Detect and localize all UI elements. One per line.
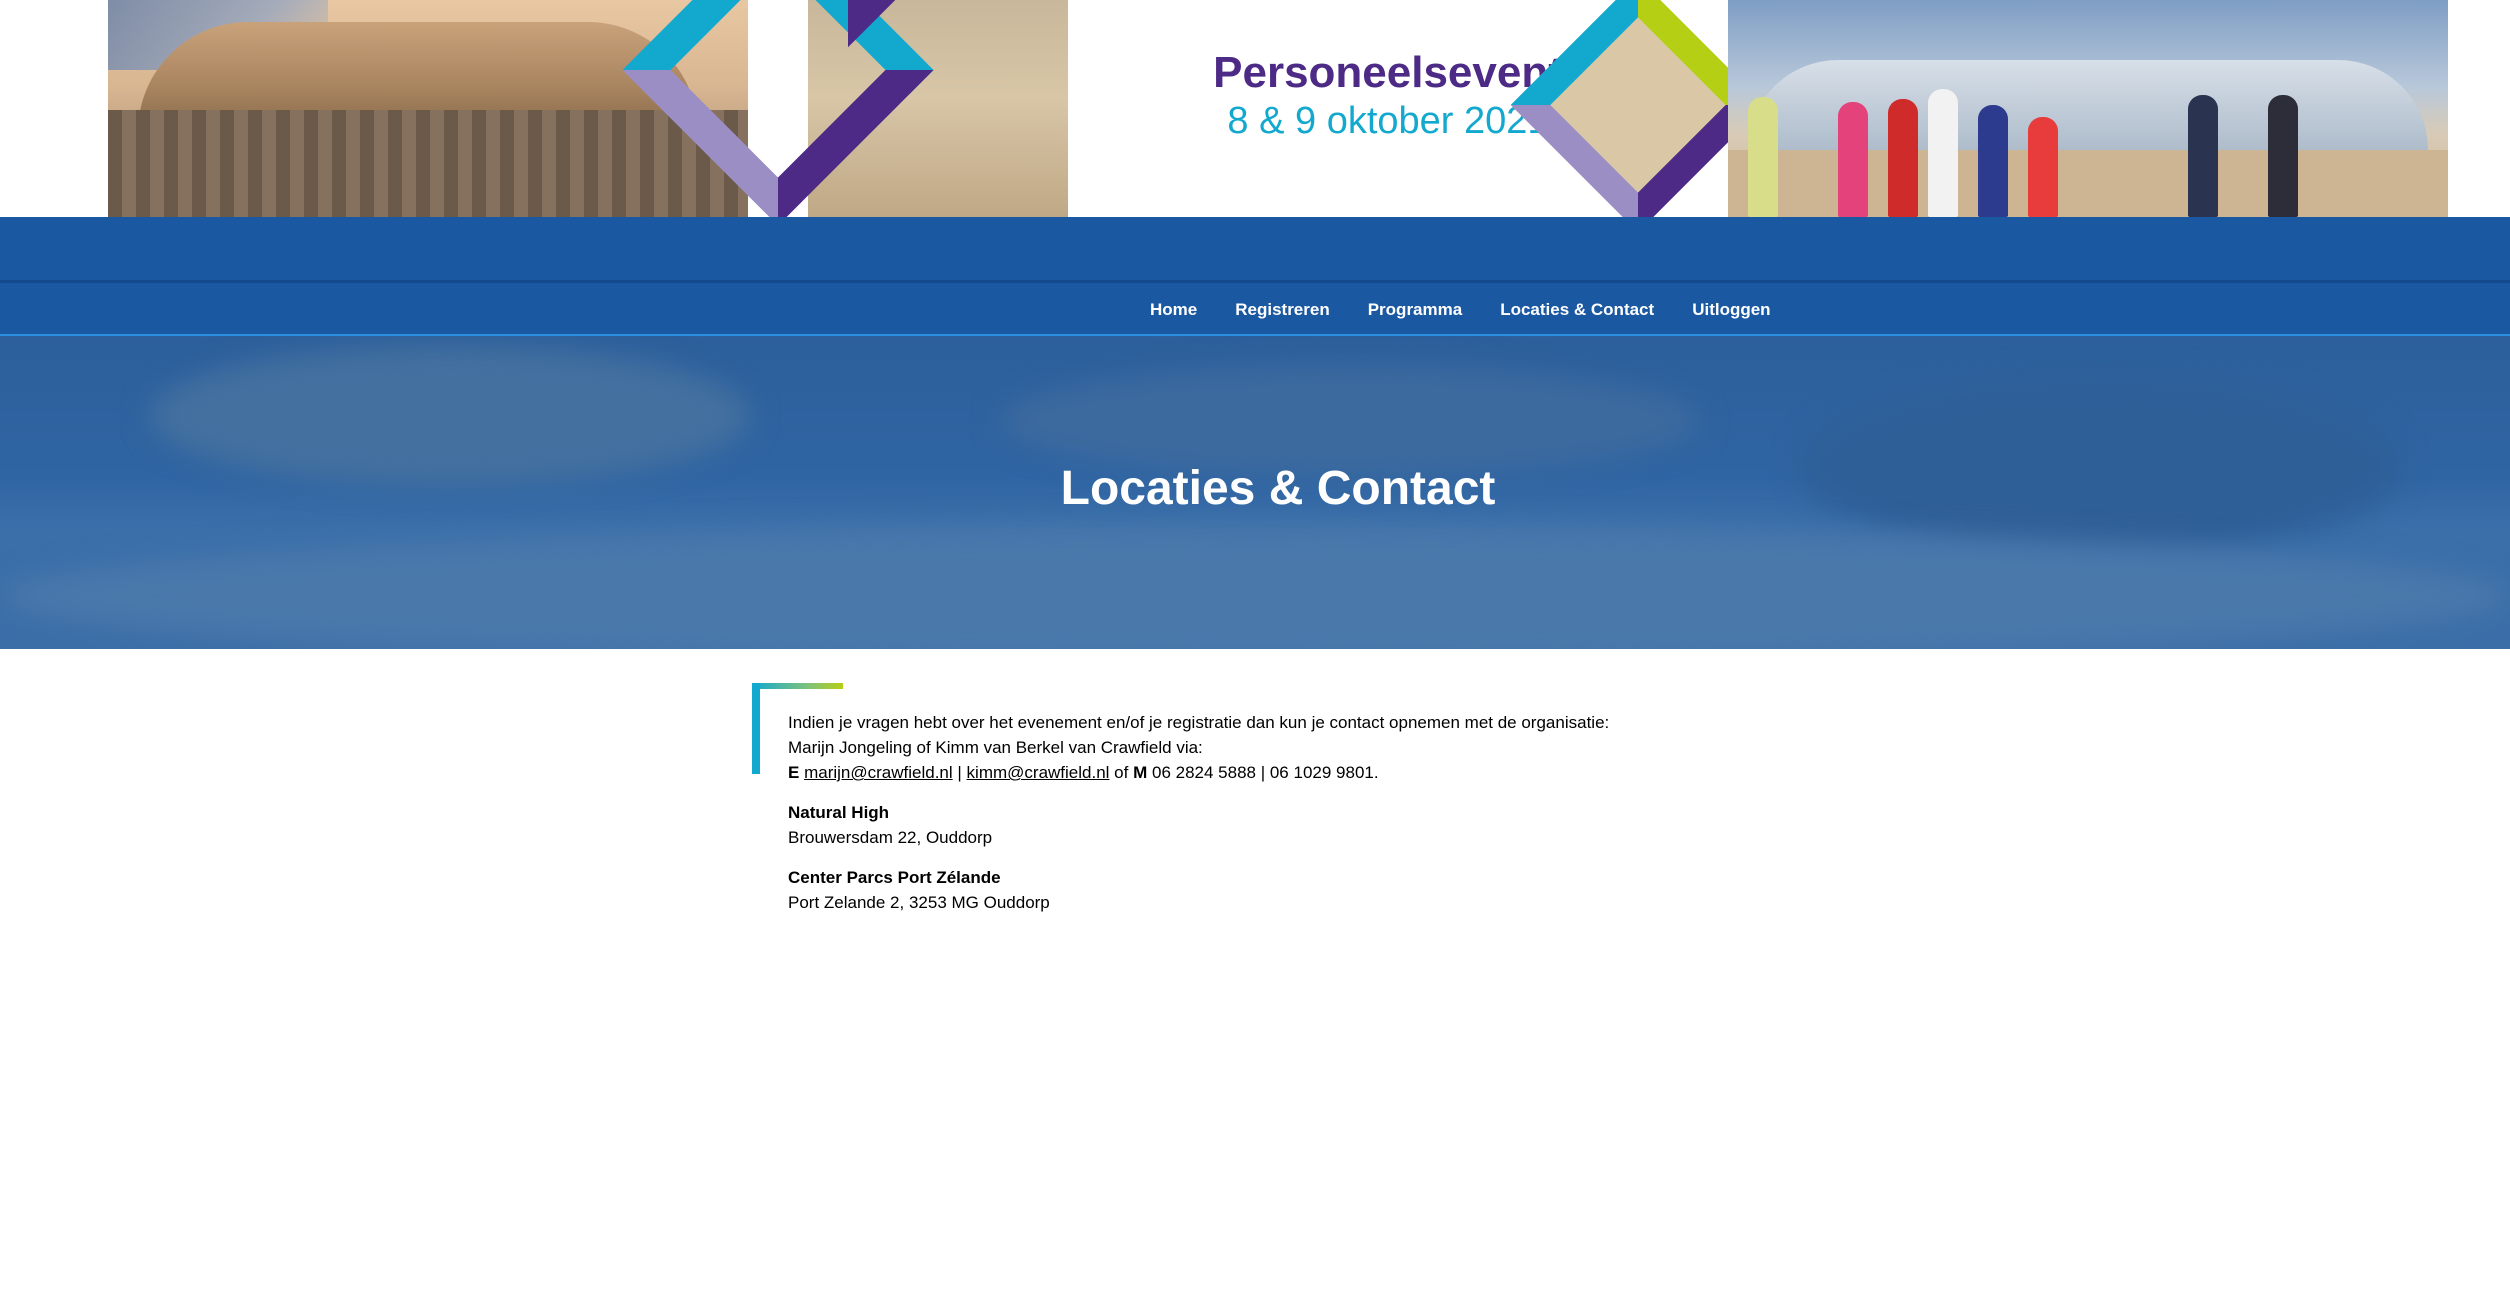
separator: | bbox=[957, 763, 962, 782]
location-center-parcs: Center Parcs Port Zélande Port Zelande 2… bbox=[788, 865, 1848, 915]
person-figure bbox=[1928, 89, 1958, 217]
location-name: Center Parcs Port Zélande bbox=[788, 868, 1001, 887]
person-figure bbox=[1838, 102, 1868, 217]
corner-accent bbox=[752, 683, 843, 689]
person-figure bbox=[1888, 99, 1918, 217]
email-link-marijn[interactable]: marijn@crawfield.nl bbox=[804, 763, 953, 782]
page-title: Locaties & Contact bbox=[1060, 462, 1496, 515]
location-natural-high: Natural High Brouwersdam 22, Ouddorp bbox=[788, 800, 1848, 850]
hero-blur-shape bbox=[1000, 366, 1700, 476]
person-figure bbox=[2028, 117, 2058, 217]
person-figure bbox=[2188, 95, 2218, 217]
or-text: of bbox=[1114, 763, 1129, 782]
person-figure bbox=[1748, 97, 1778, 217]
page-hero: Locaties & Contact bbox=[0, 336, 2510, 649]
header-banner: Personeelsevent 8 & 9 oktober 2021 bbox=[108, 0, 2448, 217]
corner-accent bbox=[752, 683, 760, 774]
mobile-prefix: M bbox=[1133, 763, 1148, 782]
beach-hall-photo bbox=[108, 0, 748, 217]
nav-item-programma[interactable]: Programma bbox=[1368, 300, 1462, 320]
person-figure bbox=[1978, 105, 2008, 217]
contact-text: Indien je vragen hebt over het evenement… bbox=[788, 710, 1848, 930]
nav-item-registreren[interactable]: Registreren bbox=[1235, 300, 1329, 320]
person-figure bbox=[2268, 95, 2298, 217]
email-link-kimm[interactable]: kimm@crawfield.nl bbox=[967, 763, 1110, 782]
intro-line-1: Indien je vragen hebt over het evenement… bbox=[788, 713, 1610, 732]
email-prefix: E bbox=[788, 763, 800, 782]
contact-intro: Indien je vragen hebt over het evenement… bbox=[788, 710, 1848, 785]
location-name: Natural High bbox=[788, 803, 890, 822]
location-address: Port Zelande 2, 3253 MG Ouddorp bbox=[788, 893, 1050, 912]
nav-item-locaties-contact[interactable]: Locaties & Contact bbox=[1500, 300, 1654, 320]
team-golf-photo bbox=[1728, 0, 2448, 217]
hall-facade bbox=[108, 110, 748, 217]
nav-item-uitloggen[interactable]: Uitloggen bbox=[1692, 300, 1770, 320]
location-address: Brouwersdam 22, Ouddorp bbox=[788, 828, 993, 847]
phone-numbers: 06 2824 5888 | 06 1029 9801. bbox=[1152, 763, 1379, 782]
beach-sand bbox=[1728, 150, 2448, 217]
header-blue-strip bbox=[0, 217, 2510, 281]
intro-line-2: Marijn Jongeling of Kimm van Berkel van … bbox=[788, 738, 1203, 757]
main-navigation: Home Registreren Programma Locaties & Co… bbox=[0, 283, 2510, 336]
nav-item-home[interactable]: Home bbox=[1150, 300, 1197, 320]
